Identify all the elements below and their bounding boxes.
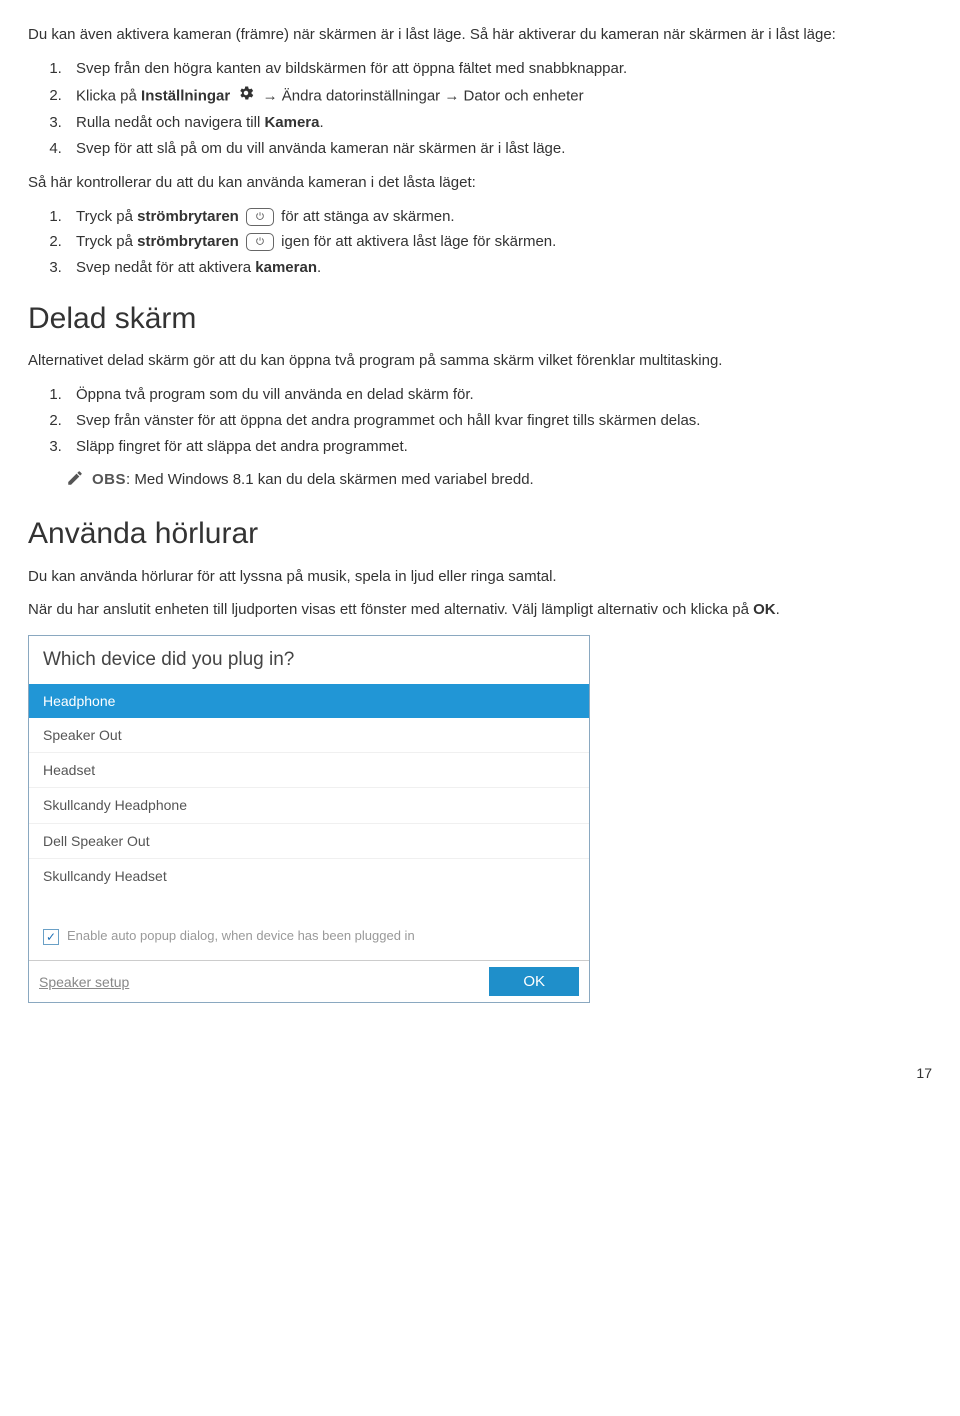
step-text: . xyxy=(317,259,321,276)
page-number: 17 xyxy=(28,1063,932,1083)
audio-device-dialog: Which device did you plug in? HeadphoneS… xyxy=(28,635,932,1003)
step-text: igen för att aktivera låst läge för skär… xyxy=(281,233,556,250)
list-item: Tryck på strömbrytaren igen för att akti… xyxy=(66,231,932,253)
list-item: Klicka på Inställningar → Ändra datorins… xyxy=(66,84,932,109)
auto-popup-checkbox-row[interactable]: ✓ Enable auto popup dialog, when device … xyxy=(29,899,589,954)
heading-horlurar: Använda hörlurar xyxy=(28,512,932,556)
step-text: Rulla nedåt och navigera till xyxy=(76,114,264,131)
step-text: Öppna två program som du vill använda en… xyxy=(76,386,474,403)
paragraph: När du har anslutit enheten till ljudpor… xyxy=(28,599,932,621)
paragraph: Du kan använda hörlurar för att lyssna p… xyxy=(28,566,932,588)
list-item: Svep från vänster för att öppna det andr… xyxy=(66,410,932,432)
power-button-icon xyxy=(246,233,274,251)
note-pencil-icon xyxy=(66,469,84,494)
device-list: HeadphoneSpeaker OutHeadsetSkullcandy He… xyxy=(29,682,589,900)
note-body: : Med Windows 8.1 kan du dela skärmen me… xyxy=(126,471,534,488)
step-text: Svep för att slå på om du vill använda k… xyxy=(76,140,565,157)
step-text: Klicka på xyxy=(76,87,141,104)
step-text: Släpp fingret för att släppa det andra p… xyxy=(76,438,408,455)
step-text-bold: strömbrytaren xyxy=(137,208,239,225)
list-item: Svep för att slå på om du vill använda k… xyxy=(66,138,932,160)
checkbox-icon[interactable]: ✓ xyxy=(43,929,59,945)
step-text: Svep från vänster för att öppna det andr… xyxy=(76,412,700,429)
power-button-icon xyxy=(246,208,274,226)
device-option[interactable]: Speaker Out xyxy=(29,718,589,753)
speaker-setup-link[interactable]: Speaker setup xyxy=(39,972,129,992)
step-text: Svep från den högra kanten av bildskärme… xyxy=(76,60,627,77)
device-option[interactable]: Headphone xyxy=(29,684,589,718)
gear-icon xyxy=(237,84,255,109)
list-item: Svep nedåt för att aktivera kameran. xyxy=(66,257,932,279)
step-text: → Ändra datorinställningar → Dator och e… xyxy=(263,87,584,104)
steps-list-3: Öppna två program som du vill använda en… xyxy=(28,384,932,457)
step-text: . xyxy=(320,114,324,131)
note-text: OBS: Med Windows 8.1 kan du dela skärmen… xyxy=(92,469,534,491)
text: När du har anslutit enheten till ljudpor… xyxy=(28,601,753,618)
paragraph: Alternativet delad skärm gör att du kan … xyxy=(28,350,932,372)
steps-list-2: Tryck på strömbrytaren för att stänga av… xyxy=(28,206,932,279)
device-option[interactable]: Headset xyxy=(29,753,589,788)
intro-paragraph: Du kan även aktivera kameran (främre) nä… xyxy=(28,24,932,46)
steps-list-1: Svep från den högra kanten av bildskärme… xyxy=(28,58,932,160)
ok-button[interactable]: OK xyxy=(489,967,579,996)
step-text-bold: Kamera xyxy=(264,114,319,131)
device-option[interactable]: Skullcandy Headphone xyxy=(29,788,589,823)
note-row: OBS: Med Windows 8.1 kan du dela skärmen… xyxy=(66,469,932,494)
step-text: Tryck på xyxy=(76,208,137,225)
list-item: Öppna två program som du vill använda en… xyxy=(66,384,932,406)
step-text-bold: kameran xyxy=(255,259,317,276)
step-text: Tryck på xyxy=(76,233,137,250)
list-item: Svep från den högra kanten av bildskärme… xyxy=(66,58,932,80)
list-item: Rulla nedåt och navigera till Kamera. xyxy=(66,112,932,134)
heading-delad-skarm: Delad skärm xyxy=(28,297,932,341)
checkbox-label: Enable auto popup dialog, when device ha… xyxy=(67,927,415,946)
step-text-bold: strömbrytaren xyxy=(137,233,239,250)
text: . xyxy=(776,601,780,618)
device-option[interactable]: Skullcandy Headset xyxy=(29,859,589,893)
note-label: OBS xyxy=(92,471,126,488)
dialog-box: Which device did you plug in? HeadphoneS… xyxy=(28,635,590,1003)
dialog-footer: Speaker setup OK xyxy=(29,960,589,996)
step-text: Svep nedåt för att aktivera xyxy=(76,259,255,276)
paragraph: Så här kontrollerar du att du kan använd… xyxy=(28,172,932,194)
list-item: Tryck på strömbrytaren för att stänga av… xyxy=(66,206,932,228)
device-option[interactable]: Dell Speaker Out xyxy=(29,824,589,859)
list-item: Släpp fingret för att släppa det andra p… xyxy=(66,436,932,458)
step-text: för att stänga av skärmen. xyxy=(281,208,454,225)
text-bold: OK xyxy=(753,601,776,618)
step-text-bold: Inställningar xyxy=(141,87,230,104)
dialog-title: Which device did you plug in? xyxy=(29,636,589,682)
